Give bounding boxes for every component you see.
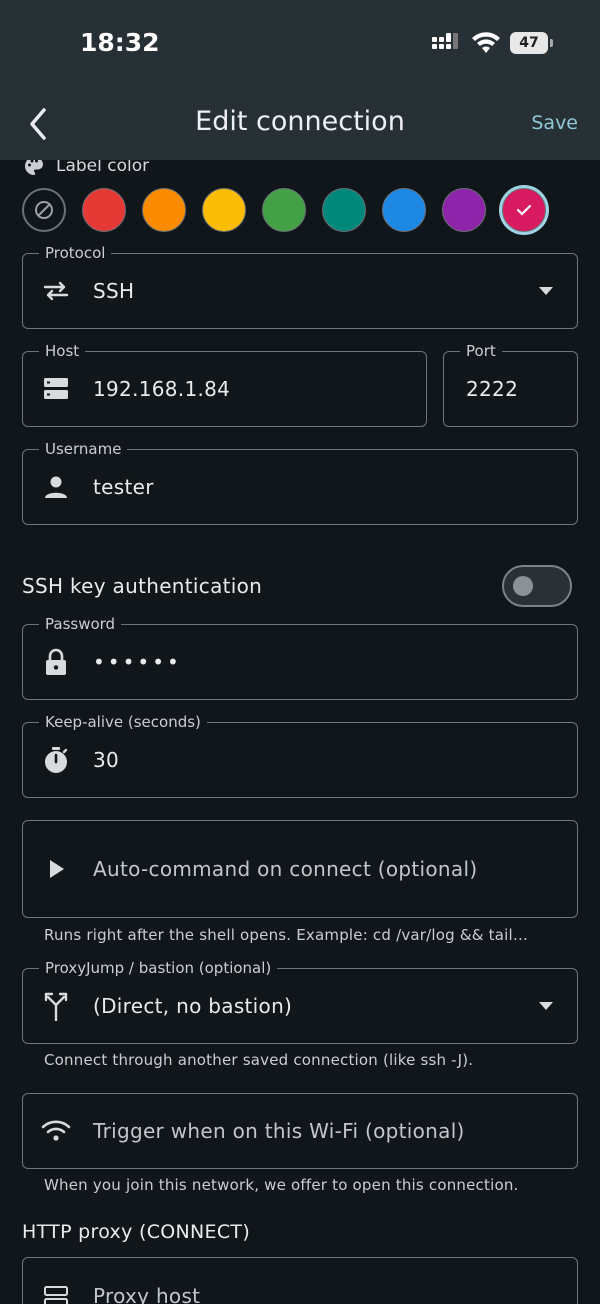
swatch-pink-selected[interactable] <box>502 188 546 232</box>
swatch-yellow[interactable] <box>202 188 246 232</box>
proxyjump-value: (Direct, no bastion) <box>93 994 293 1018</box>
play-icon <box>41 854 71 884</box>
dropdown-arrow-icon <box>539 1002 553 1010</box>
signal-icon <box>432 33 458 49</box>
host-label: Host <box>39 341 86 361</box>
wifi-trigger-placeholder: Trigger when on this Wi-Fi (optional) <box>93 1119 465 1143</box>
http-proxy-section-label: HTTP proxy (CONNECT) <box>22 1221 251 1243</box>
ssh-key-auth-toggle[interactable] <box>502 565 572 607</box>
host-field[interactable]: Host 192.168.1.84 <box>22 341 427 427</box>
ssh-key-auth-label: SSH key authentication <box>22 574 263 598</box>
wifi-status-icon <box>472 32 500 53</box>
wifi-icon <box>41 1116 71 1146</box>
keepalive-label: Keep-alive (seconds) <box>39 712 207 732</box>
protocol-value: SSH <box>93 279 135 303</box>
auto-command-helper: Runs right after the shell opens. Exampl… <box>44 926 529 944</box>
status-icons: 47 <box>432 32 553 54</box>
keepalive-value: 30 <box>93 748 120 772</box>
server-icon <box>41 374 71 404</box>
wifi-trigger-helper: When you join this network, we offer to … <box>44 1176 519 1194</box>
username-field[interactable]: Username tester <box>22 439 578 525</box>
battery-icon: 47 <box>510 32 553 54</box>
no-color-icon <box>35 201 53 219</box>
swatch-purple[interactable] <box>442 188 486 232</box>
label-color-label: Label color <box>56 160 150 176</box>
proxy-host-placeholder: Proxy host <box>93 1284 201 1304</box>
password-field[interactable]: Password •••••• <box>22 614 578 700</box>
fork-arrows-icon <box>41 991 71 1021</box>
keepalive-field[interactable]: Keep-alive (seconds) 30 <box>22 712 578 798</box>
swatch-none[interactable] <box>22 188 66 232</box>
save-button[interactable]: Save <box>531 112 578 134</box>
swatch-teal[interactable] <box>322 188 366 232</box>
proxyjump-select[interactable]: ProxyJump / bastion (optional) (Direct, … <box>22 958 578 1044</box>
protocol-label: Protocol <box>39 243 112 263</box>
port-field[interactable]: Port 2222 <box>443 341 578 427</box>
proxyjump-helper: Connect through another saved connection… <box>44 1051 474 1069</box>
proxyjump-label: ProxyJump / bastion (optional) <box>39 958 278 978</box>
person-icon <box>41 472 71 502</box>
swatch-blue[interactable] <box>382 188 426 232</box>
status-time: 18:32 <box>80 28 160 57</box>
toggle-knob <box>513 576 533 596</box>
swatch-orange[interactable] <box>142 188 186 232</box>
palette-icon <box>25 160 43 175</box>
form-scroll-area[interactable]: Label color Protocol SSH Host 192.168.1.… <box>0 160 600 1304</box>
host-value: 192.168.1.84 <box>93 377 231 401</box>
wifi-trigger-field[interactable]: Trigger when on this Wi-Fi (optional) <box>22 1093 578 1169</box>
password-value: •••••• <box>93 650 182 674</box>
lock-icon <box>41 647 71 677</box>
color-swatches <box>22 188 546 232</box>
username-value: tester <box>93 475 154 499</box>
auto-command-placeholder: Auto-command on connect (optional) <box>93 857 478 881</box>
label-color-row: Label color <box>22 160 149 178</box>
check-icon <box>516 204 532 216</box>
page-title: Edit connection <box>195 106 405 137</box>
password-label: Password <box>39 614 122 634</box>
swap-arrows-icon <box>41 276 71 306</box>
port-value: 2222 <box>466 377 519 401</box>
server-icon <box>41 1282 71 1304</box>
protocol-select[interactable]: Protocol SSH <box>22 243 578 329</box>
top-app-bar: 18:32 47 Edit connection Save <box>0 0 600 160</box>
dropdown-arrow-icon <box>539 287 553 295</box>
swatch-green[interactable] <box>262 188 306 232</box>
proxy-host-field[interactable]: Proxy host <box>22 1257 578 1304</box>
username-label: Username <box>39 439 128 459</box>
auto-command-field[interactable]: Auto-command on connect (optional) <box>22 820 578 918</box>
swatch-red[interactable] <box>82 188 126 232</box>
port-label: Port <box>460 341 502 361</box>
timer-icon <box>41 745 71 775</box>
